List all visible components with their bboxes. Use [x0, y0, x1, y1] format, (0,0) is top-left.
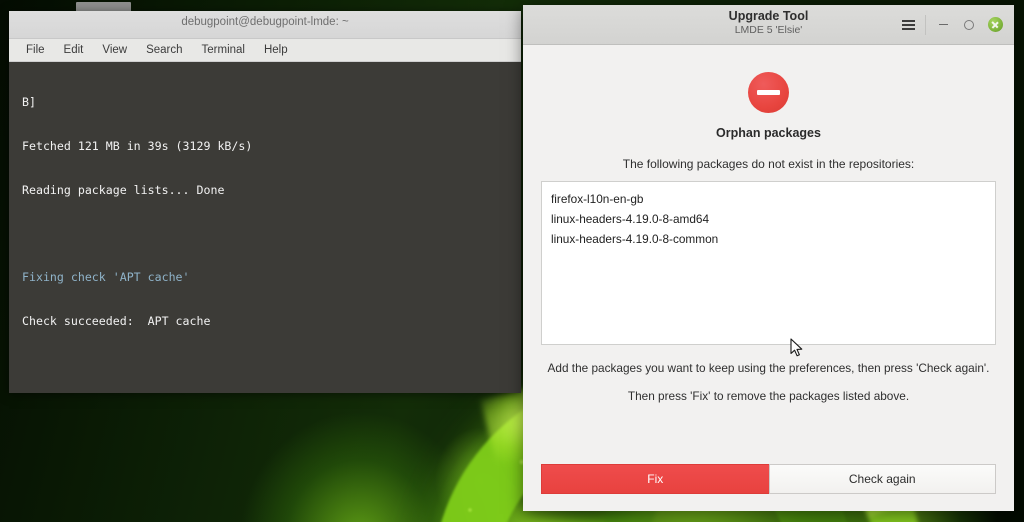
titlebar-separator	[925, 14, 926, 35]
menu-item-terminal[interactable]: Terminal	[202, 44, 245, 56]
menu-item-view[interactable]: View	[102, 44, 127, 56]
terminal-title: debugpoint@debugpoint-lmde: ~	[181, 16, 349, 28]
screen: debugpoint@debugpoint-lmde: ~ File Edit …	[0, 0, 1024, 522]
orphan-packages-list[interactable]: firefox-l10n-en-gb linux-headers-4.19.0-…	[541, 181, 996, 345]
status-icon-wrap	[541, 72, 996, 113]
terminal-line: Fixing check 'APT cache'	[22, 270, 190, 285]
dialog-footer: Fix Check again	[523, 464, 1014, 511]
maximize-button[interactable]	[956, 12, 982, 38]
check-again-button[interactable]: Check again	[768, 464, 996, 494]
terminal-titlebar[interactable]: debugpoint@debugpoint-lmde: ~	[9, 11, 521, 39]
menu-item-search[interactable]: Search	[146, 44, 182, 56]
dialog-body: Orphan packages The following packages d…	[523, 45, 1014, 464]
dialog-titlebar[interactable]: Upgrade Tool LMDE 5 'Elsie'	[523, 5, 1014, 45]
list-item[interactable]: firefox-l10n-en-gb	[551, 189, 995, 209]
terminal-line: Check succeeded: APT cache	[22, 314, 211, 329]
titlebar-controls	[895, 5, 1008, 44]
terminal-output[interactable]: B] Fetched 121 MB in 39s (3129 kB/s) Rea…	[9, 62, 521, 393]
menu-button[interactable]	[895, 12, 921, 38]
terminal-line: Fetched 121 MB in 39s (3129 kB/s)	[22, 138, 253, 153]
terminal-menubar: File Edit View Search Terminal Help	[9, 39, 521, 62]
hint-text-primary: Add the packages you want to keep using …	[547, 361, 990, 375]
maximize-icon	[964, 19, 974, 30]
status-heading: Orphan packages	[716, 126, 821, 140]
terminal-window: debugpoint@debugpoint-lmde: ~ File Edit …	[9, 11, 521, 393]
hint-text-secondary: Then press 'Fix' to remove the packages …	[627, 389, 910, 403]
list-item[interactable]: linux-headers-4.19.0-8-common	[551, 229, 995, 249]
menu-item-edit[interactable]: Edit	[64, 44, 84, 56]
status-description: The following packages do not exist in t…	[622, 157, 915, 171]
close-button[interactable]	[982, 12, 1008, 38]
hamburger-icon	[901, 18, 915, 32]
fix-button[interactable]: Fix	[541, 464, 769, 494]
no-entry-bar	[757, 90, 780, 95]
list-item[interactable]: linux-headers-4.19.0-8-amd64	[551, 209, 995, 229]
minimize-button[interactable]	[930, 12, 956, 38]
menu-item-file[interactable]: File	[26, 44, 45, 56]
minimize-icon	[938, 23, 948, 26]
menu-item-help[interactable]: Help	[264, 44, 288, 56]
close-icon	[987, 17, 1003, 32]
no-entry-icon	[748, 72, 789, 113]
upgrade-tool-window: Upgrade Tool LMDE 5 'Elsie' Orphan packa…	[523, 5, 1014, 511]
terminal-line: Reading package lists... Done	[22, 182, 225, 197]
terminal-line: B]	[22, 95, 36, 110]
